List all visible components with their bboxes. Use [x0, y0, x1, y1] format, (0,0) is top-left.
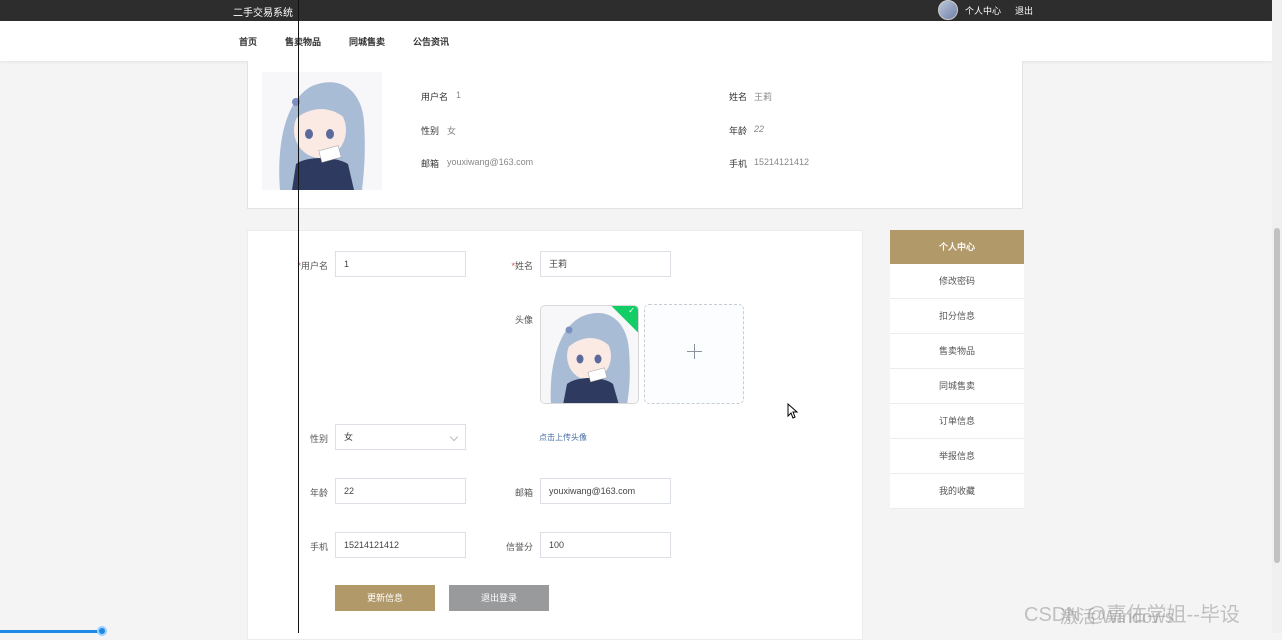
- name-input[interactable]: 王莉: [540, 251, 671, 277]
- profile-age-label: 年龄: [729, 126, 748, 136]
- site-title: 二手交易系统: [233, 8, 293, 19]
- main-nav: 首页 售卖物品 同城售卖 公告资讯: [0, 21, 1272, 61]
- mouse-cursor-icon: [787, 403, 799, 419]
- profile-email-label: 邮箱: [421, 159, 440, 169]
- user-center-link[interactable]: 个人中心: [965, 4, 1001, 17]
- profile-username-value: 1: [456, 90, 462, 100]
- profile-email-value: youxiwang@163.com: [447, 157, 534, 167]
- nav-item-goods[interactable]: 售卖物品: [285, 35, 321, 48]
- avatar-preview[interactable]: ✓: [540, 305, 639, 404]
- profile-username-label: 用户名: [421, 92, 449, 102]
- avatar-upload-button[interactable]: [644, 304, 744, 404]
- csdn-watermark: CSDN @嘉佑学姐--毕设: [1024, 604, 1240, 626]
- email-input[interactable]: youxiwang@163.com: [540, 478, 671, 504]
- update-info-button[interactable]: 更新信息: [335, 585, 435, 611]
- upload-avatar-hint[interactable]: 点击上传头像: [539, 432, 587, 443]
- page-scrollbar[interactable]: [1272, 0, 1282, 633]
- name-label-text: 姓名: [514, 261, 533, 271]
- profile-gender-label: 性别: [421, 126, 440, 136]
- profile-phone-label: 手机: [729, 159, 748, 169]
- profile-name-value: 王莉: [754, 92, 773, 102]
- nav-item-home[interactable]: 首页: [239, 35, 257, 48]
- phone-input[interactable]: 15214121412: [335, 532, 466, 558]
- name-field-label: *姓名: [511, 261, 533, 271]
- side-item-change-password[interactable]: 修改密码: [890, 264, 1024, 299]
- avatar-field-label: 头像: [514, 315, 533, 325]
- chevron-down-icon: [449, 432, 459, 442]
- user-side-menu: 个人中心 修改密码 扣分信息 售卖物品 同城售卖 订单信息 举报信息 我的收藏: [890, 230, 1024, 509]
- credit-field-label: 信誉分: [505, 542, 533, 552]
- side-item-user-center[interactable]: 个人中心: [890, 230, 1024, 264]
- username-input[interactable]: 1: [335, 251, 466, 277]
- profile-phone-value: 15214121412: [754, 157, 810, 167]
- gender-select-value: 女: [344, 432, 354, 442]
- gender-select[interactable]: 女: [335, 424, 466, 450]
- username-label-text: 用户名: [300, 261, 328, 271]
- side-item-my-goods[interactable]: 售卖物品: [890, 334, 1024, 369]
- side-item-orders[interactable]: 订单信息: [890, 404, 1024, 439]
- guide-line: [298, 0, 299, 633]
- profile-name-label: 姓名: [729, 92, 748, 102]
- credit-input[interactable]: 100: [540, 532, 671, 558]
- user-avatar[interactable]: [938, 0, 958, 20]
- logout-link[interactable]: 退出: [1015, 4, 1033, 17]
- logout-button[interactable]: 退出登录: [449, 585, 549, 611]
- check-icon: ✓: [628, 306, 635, 315]
- email-field-label: 邮箱: [514, 488, 533, 498]
- side-item-favorites[interactable]: 我的收藏: [890, 474, 1024, 509]
- side-item-deductions[interactable]: 扣分信息: [890, 299, 1024, 334]
- scrollbar-thumb[interactable]: [1274, 228, 1280, 563]
- side-item-reports[interactable]: 举报信息: [890, 439, 1024, 474]
- side-item-local-sale[interactable]: 同城售卖: [890, 369, 1024, 404]
- nav-item-news[interactable]: 公告资讯: [413, 35, 449, 48]
- age-input[interactable]: 22: [335, 478, 466, 504]
- profile-picture: [262, 72, 382, 190]
- nav-item-local-sale[interactable]: 同城售卖: [349, 35, 385, 48]
- profile-age-value: 22: [754, 124, 765, 134]
- profile-gender-value: 女: [447, 126, 457, 136]
- top-bar: 二手交易系统 个人中心 退出: [0, 0, 1282, 21]
- progress-handle: [97, 626, 107, 636]
